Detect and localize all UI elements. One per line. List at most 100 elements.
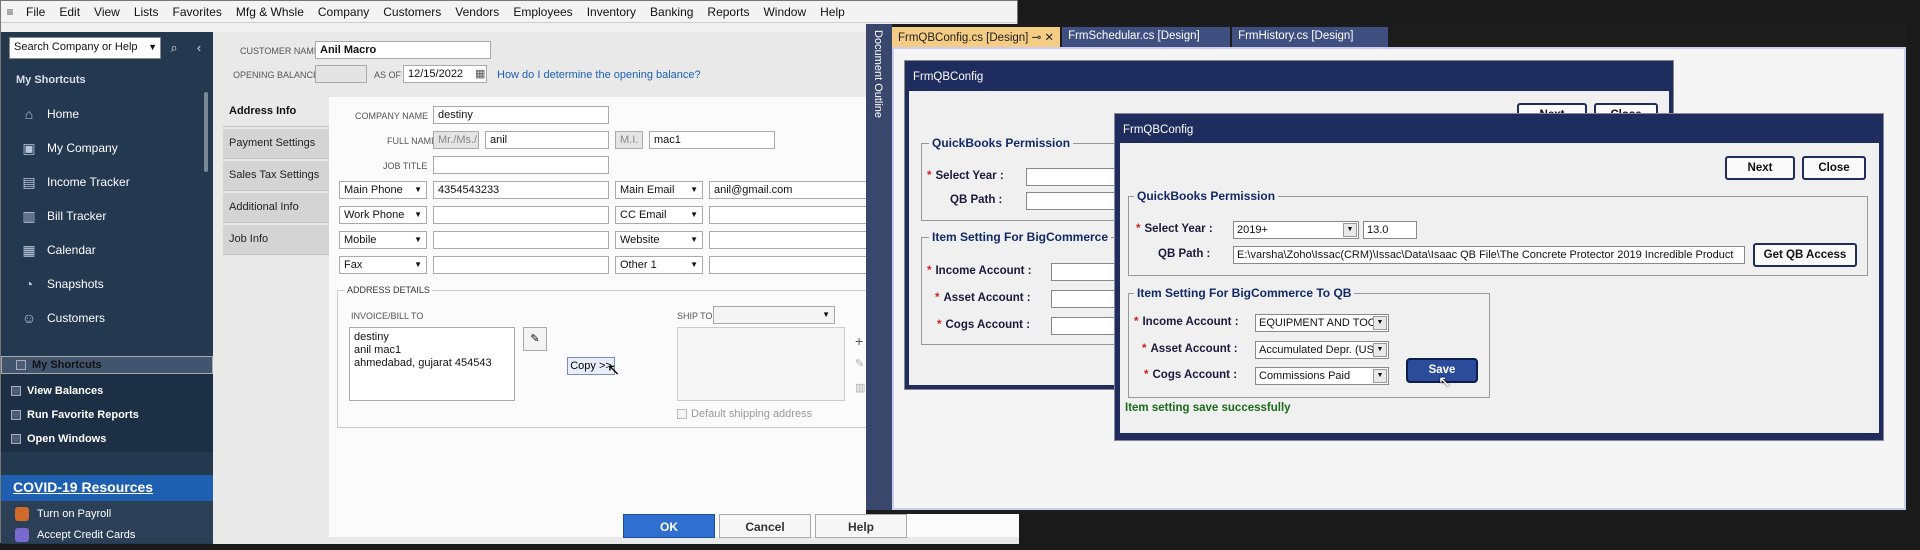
document-outline-panel[interactable]: Document Outline xyxy=(866,24,892,510)
ship-to-select[interactable]: ▼ xyxy=(713,306,835,324)
middle-initial-input[interactable]: M.I. xyxy=(615,131,643,149)
next-button[interactable]: Next xyxy=(1725,156,1795,180)
calendar-icon[interactable]: ▦ xyxy=(475,67,485,80)
get-qb-access-button[interactable]: Get QB Access xyxy=(1753,243,1857,267)
sidebar-item-my-company[interactable]: ▣ My Company xyxy=(1,132,206,164)
as-of-label: AS OF xyxy=(374,70,402,80)
phone-type-select-3[interactable]: Mobile ▼ xyxy=(339,231,427,249)
mobile-input[interactable] xyxy=(433,231,609,249)
help-button[interactable]: Help xyxy=(815,514,907,538)
phone-type-select-1[interactable]: Main Phone ▼ xyxy=(339,181,427,199)
main-phone-input[interactable]: 4354543233 xyxy=(433,181,609,199)
menu-reports[interactable]: Reports xyxy=(700,5,756,19)
menu-customers[interactable]: Customers xyxy=(376,5,448,19)
add-ship-to-icon[interactable]: + xyxy=(855,333,863,349)
sidebar-item-bill-tracker[interactable]: ▥ Bill Tracker xyxy=(1,200,206,232)
website-type-select[interactable]: Website ▼ xyxy=(615,231,703,249)
menu-lists[interactable]: Lists xyxy=(127,5,166,19)
menu-mfg-whsle[interactable]: Mfg & Whsle xyxy=(229,5,311,19)
sidebar-item-income-tracker[interactable]: ▤ Income Tracker xyxy=(1,166,206,198)
income-account-label: * Income Account : xyxy=(927,265,1032,277)
customer-name-input[interactable]: Anil Macro xyxy=(315,41,491,59)
menu-favorites[interactable]: Favorites xyxy=(166,5,229,19)
sidebar-item-snapshots[interactable]: ◔ Snapshots xyxy=(1,268,206,300)
cogs-account-label: * Cogs Account : xyxy=(937,319,1031,331)
job-title-input[interactable] xyxy=(433,156,609,174)
main-email-input[interactable]: anil@gmail.com xyxy=(709,181,869,199)
sidebar-item-home[interactable]: ⌂ Home xyxy=(1,98,206,130)
shortcut-label: View Balances xyxy=(27,385,104,397)
turn-on-payroll[interactable]: Turn on Payroll xyxy=(1,501,213,527)
other-input[interactable] xyxy=(709,256,869,274)
select-year-dropdown[interactable]: 2019+ ▼ xyxy=(1233,221,1359,239)
sidebar-item-customers[interactable]: ☺ Customers xyxy=(1,302,206,334)
close-button[interactable]: Close xyxy=(1802,156,1866,180)
tab-address-info[interactable]: Address Info xyxy=(223,97,329,127)
edit-ship-to-icon[interactable]: ✎ xyxy=(855,357,864,370)
collapse-icon[interactable]: ‹ xyxy=(189,37,209,59)
accept-credit-cards[interactable]: Accept Credit Cards xyxy=(1,527,213,543)
ship-to-address[interactable] xyxy=(677,327,845,401)
shortcut-run-favorite-reports[interactable]: Run Favorite Reports xyxy=(1,404,213,426)
other-type-select[interactable]: Other 1 ▼ xyxy=(615,256,703,274)
tab-frmhistory[interactable]: FrmHistory.cs [Design] xyxy=(1232,27,1389,47)
chevron-down-icon[interactable]: ▼ xyxy=(148,42,157,52)
close-icon[interactable]: ✕ xyxy=(1044,32,1054,44)
opening-balance-help-link[interactable]: How do I determine the opening balance? xyxy=(497,69,701,81)
delete-ship-to-icon[interactable]: ▥ xyxy=(855,381,865,394)
bill-to-address[interactable]: destiny anil mac1 ahmedabad, gujarat 454… xyxy=(349,327,515,401)
menu-vendors[interactable]: Vendors xyxy=(448,5,506,19)
cogs-account-dropdown[interactable]: Commissions Paid ▼ xyxy=(1255,367,1389,385)
email-type-select-2[interactable]: CC Email ▼ xyxy=(615,206,703,224)
income-account-dropdown[interactable]: EQUIPMENT AND TOOLI ▼ xyxy=(1255,314,1389,332)
fax-input[interactable] xyxy=(433,256,609,274)
tab-additional-info[interactable]: Additional Info xyxy=(223,193,329,223)
sidebar-item-label: My Company xyxy=(47,141,118,155)
mouse-cursor-icon: ↖ xyxy=(1438,374,1452,391)
website-input[interactable] xyxy=(709,231,869,249)
phone-type-select-2[interactable]: Work Phone ▼ xyxy=(339,206,427,224)
select-value: Main Phone xyxy=(344,184,403,196)
asset-account-dropdown[interactable]: Accumulated Depr. (USS ▼ xyxy=(1255,341,1389,359)
version-input[interactable]: 13.0 xyxy=(1363,221,1417,239)
tab-payment-settings[interactable]: Payment Settings xyxy=(223,129,329,159)
menu-employees[interactable]: Employees xyxy=(506,5,579,19)
cc-email-input[interactable] xyxy=(709,206,869,224)
menu-banking[interactable]: Banking xyxy=(643,5,700,19)
search-icon[interactable]: ⌕ xyxy=(164,37,184,59)
menu-inventory[interactable]: Inventory xyxy=(580,5,643,19)
system-menu-icon[interactable]: ≡ xyxy=(1,5,19,19)
edit-address-button[interactable]: ✎ xyxy=(523,327,547,351)
covid-resources-link[interactable]: COVID-19 Resources xyxy=(1,475,213,501)
company-name-input[interactable]: destiny xyxy=(433,106,609,124)
default-shipping-checkbox[interactable] xyxy=(677,409,687,419)
tab-frmschedular[interactable]: FrmSchedular.cs [Design] xyxy=(1062,27,1231,47)
cancel-button[interactable]: Cancel xyxy=(719,514,811,538)
ok-button[interactable]: OK xyxy=(623,514,715,538)
sidebar-item-calendar[interactable]: ▦ Calendar xyxy=(1,234,206,266)
search-input[interactable]: Search Company or Help ▼ xyxy=(9,37,161,59)
qb-permission-title: QuickBooks Permission xyxy=(929,136,1074,150)
menu-company[interactable]: Company xyxy=(311,5,376,19)
first-name-input[interactable]: anil xyxy=(485,131,609,149)
qb-path-input[interactable]: E:\varsha\Zoho\Issac(CRM)\Issac\Data\Isa… xyxy=(1233,246,1745,264)
last-name-input[interactable]: mac1 xyxy=(649,131,775,149)
label-text: Cogs Account : xyxy=(1152,369,1238,381)
menu-window[interactable]: Window xyxy=(756,5,813,19)
tab-frmqbconfig[interactable]: FrmQBConfig.cs [Design] ⊸ ✕ xyxy=(892,27,1061,47)
email-type-select-1[interactable]: Main Email ▼ xyxy=(615,181,703,199)
phone-type-select-4[interactable]: Fax ▼ xyxy=(339,256,427,274)
menu-file[interactable]: File xyxy=(19,5,52,19)
opening-balance-input[interactable] xyxy=(315,65,367,83)
pin-icon[interactable]: ⊸ xyxy=(1032,32,1042,44)
tab-job-info[interactable]: Job Info xyxy=(223,225,329,255)
shortcut-my-shortcuts[interactable]: My Shortcuts xyxy=(1,356,213,374)
menu-view[interactable]: View xyxy=(87,5,127,19)
tab-sales-tax-settings[interactable]: Sales Tax Settings xyxy=(223,161,329,191)
menu-help[interactable]: Help xyxy=(813,5,852,19)
shortcut-open-windows[interactable]: Open Windows xyxy=(1,428,213,450)
shortcut-view-balances[interactable]: View Balances xyxy=(1,380,213,402)
menu-edit[interactable]: Edit xyxy=(52,5,87,19)
work-phone-input[interactable] xyxy=(433,206,609,224)
title-input[interactable]: Mr./Ms./... xyxy=(433,131,479,149)
